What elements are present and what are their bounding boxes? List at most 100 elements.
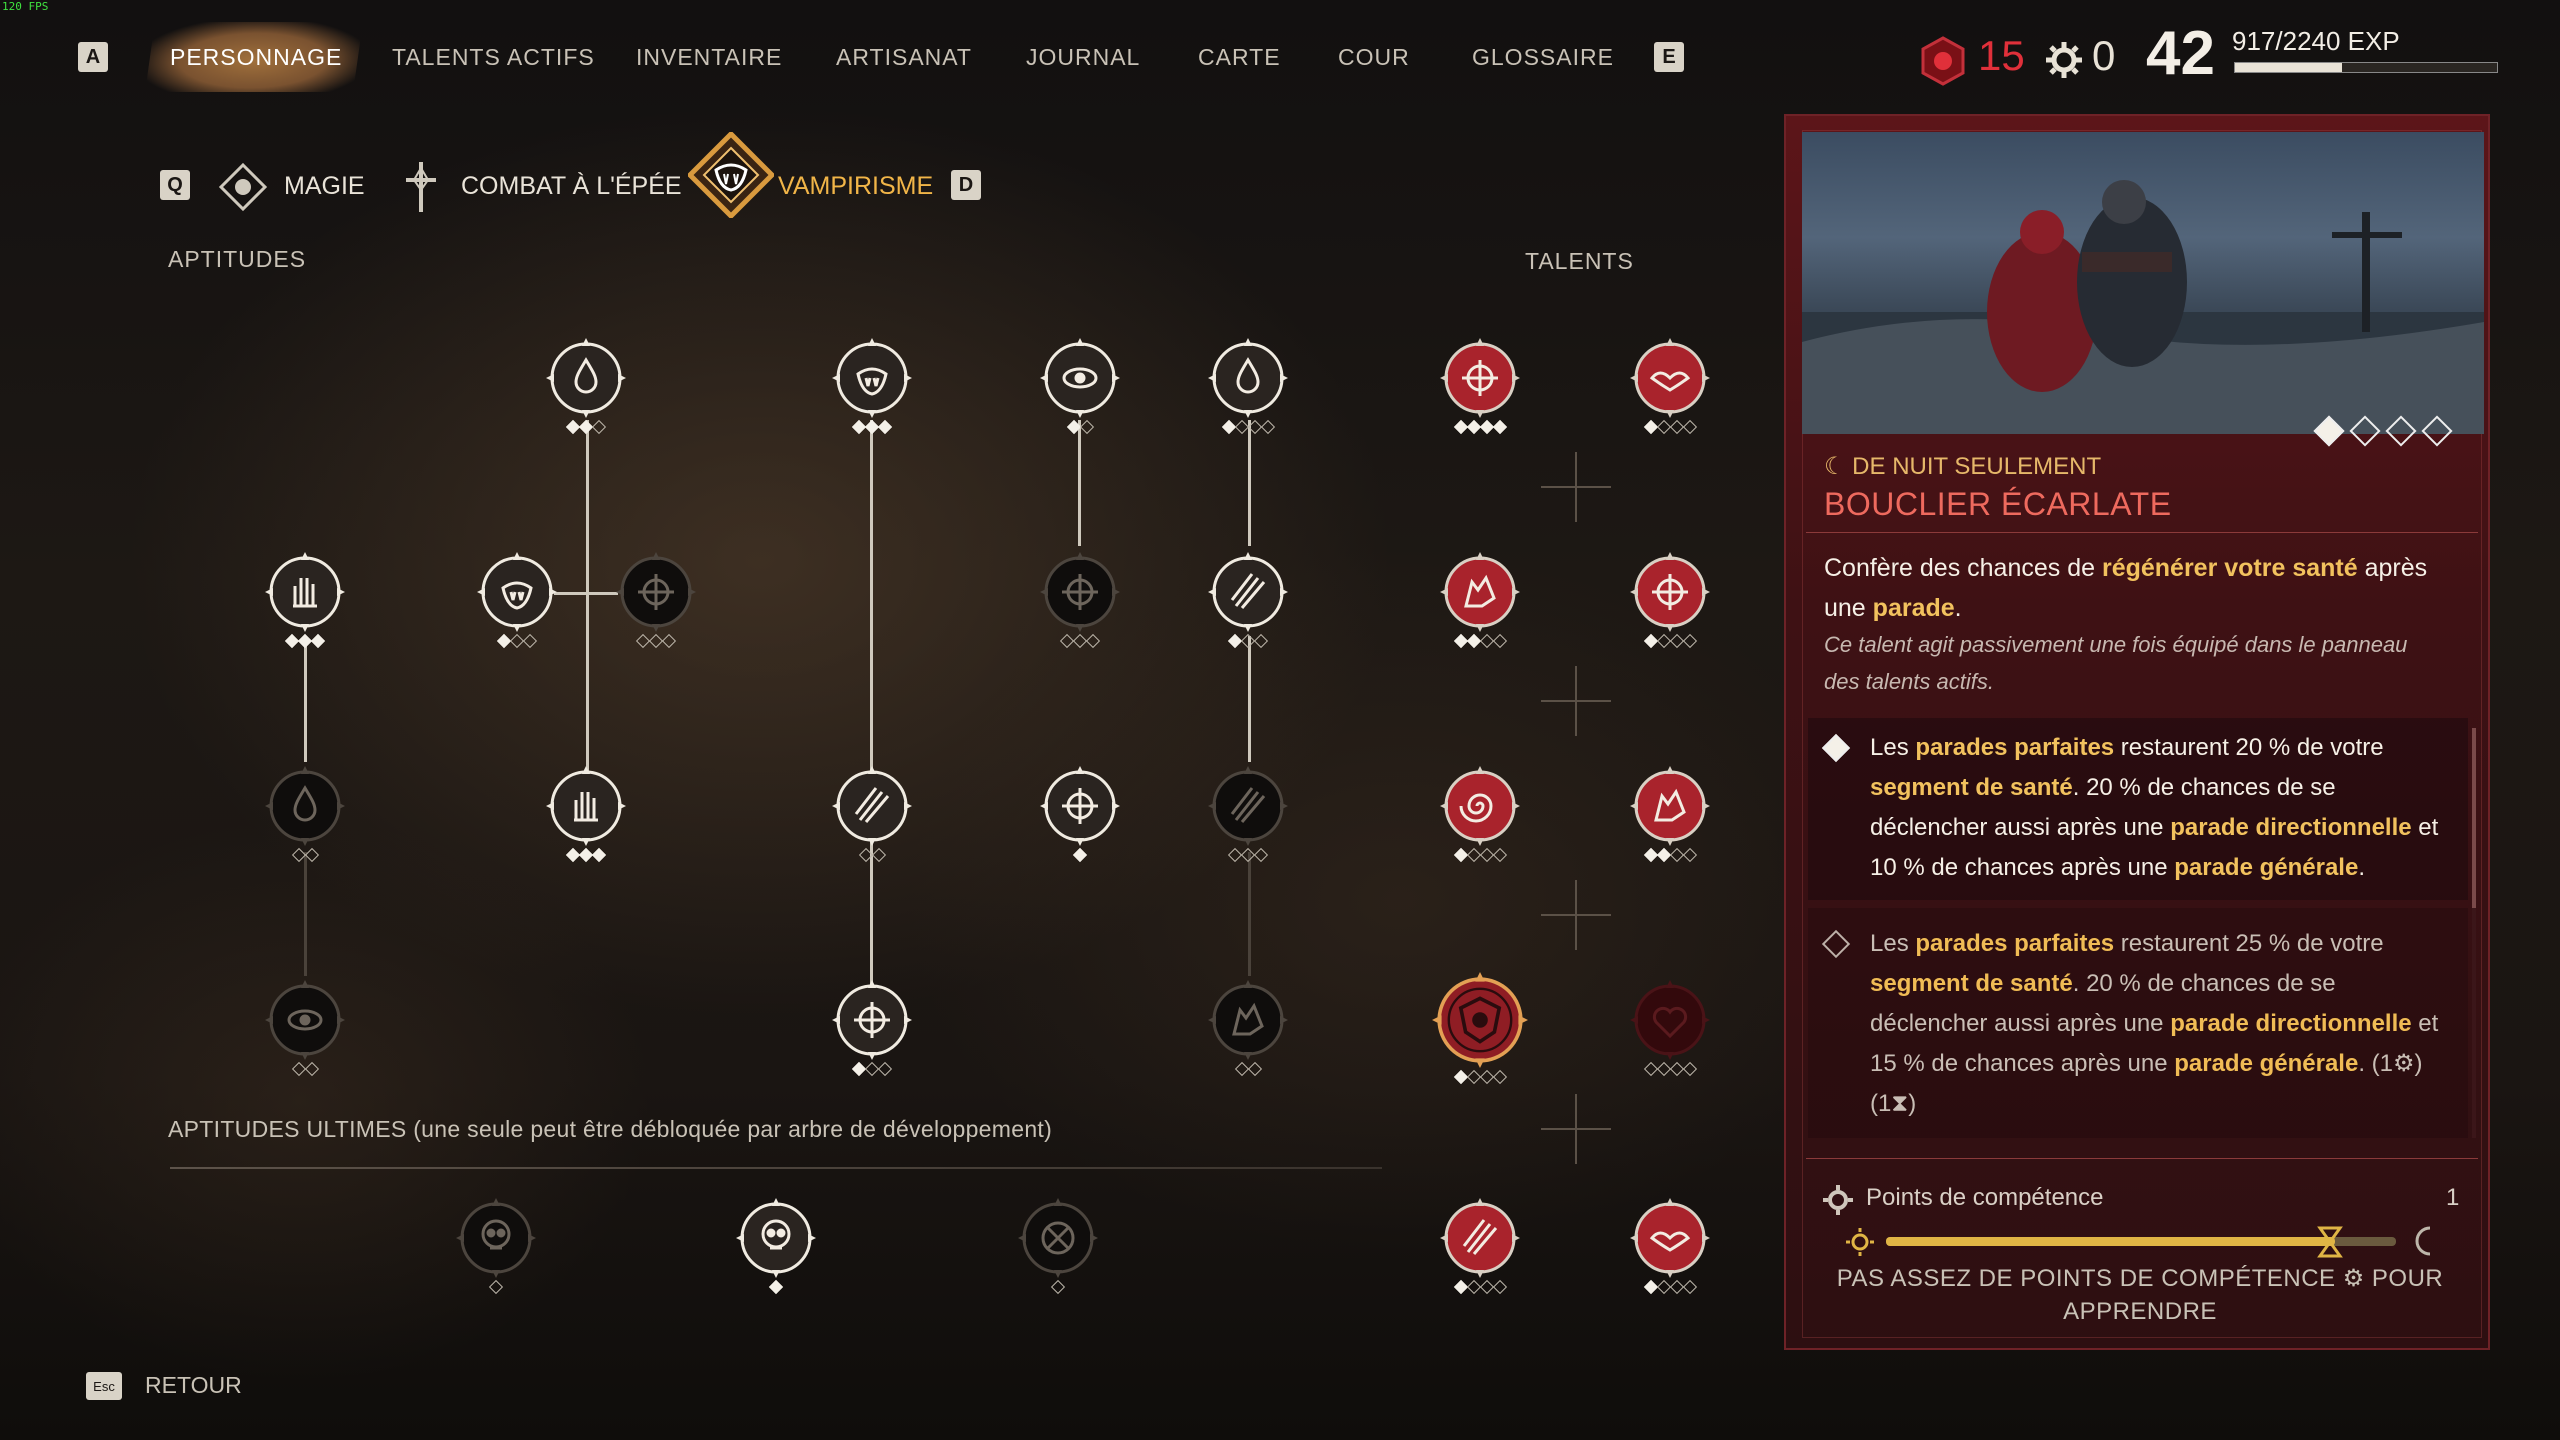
character-level: 42 xyxy=(2146,19,2215,88)
node-ring xyxy=(1212,342,1284,414)
back-key[interactable]: Esc xyxy=(86,1372,122,1400)
ability-node[interactable] xyxy=(1208,980,1288,1060)
node-ring xyxy=(481,556,553,628)
tab-inventaire[interactable]: INVENTAIRE xyxy=(636,44,782,71)
rank-pip-empty xyxy=(1669,847,1684,863)
ability-node[interactable] xyxy=(1208,338,1288,418)
ultimate-node[interactable] xyxy=(1018,1198,1098,1278)
rank-pip-empty xyxy=(858,847,873,863)
prev-tree-key[interactable]: Q xyxy=(160,170,190,200)
rank-pip-empty xyxy=(1466,1279,1481,1295)
rank-pip-empty xyxy=(304,847,319,863)
rank-pip-empty xyxy=(1492,1279,1507,1295)
rank-pip-empty xyxy=(1682,847,1697,863)
ability-node[interactable] xyxy=(1208,766,1288,846)
tree-tab-combat-epee[interactable]: COMBAT À L'ÉPÉE xyxy=(461,172,682,201)
talent-node[interactable] xyxy=(1630,1198,1710,1278)
ability-node[interactable] xyxy=(546,766,626,846)
detail-scrollbar-thumb[interactable] xyxy=(2472,728,2476,908)
ability-node[interactable] xyxy=(265,980,345,1060)
tab-personnage[interactable]: PERSONNAGE xyxy=(170,44,342,71)
tab-carte[interactable]: CARTE xyxy=(1198,44,1281,71)
node-ring xyxy=(836,342,908,414)
rank-pip-empty xyxy=(1656,633,1671,649)
rank-pip-empty xyxy=(1656,1061,1671,1077)
ability-node[interactable] xyxy=(832,766,912,846)
talent-node[interactable] xyxy=(1440,1198,1520,1278)
ability-node[interactable] xyxy=(477,552,557,632)
tab-talents-actifs[interactable]: TALENTS ACTIFS xyxy=(392,44,595,71)
rank-pip-empty xyxy=(1050,1279,1066,1295)
rank-pips xyxy=(565,419,607,435)
ability-node[interactable] xyxy=(265,766,345,846)
blood-drop-splash-icon xyxy=(546,338,626,418)
sun-icon xyxy=(1846,1228,1874,1256)
node-ring xyxy=(269,770,341,842)
not-enough-points-message: PAS ASSEZ DE POINTS DE COMPÉTENCE ⚙ POUR… xyxy=(1836,1265,2444,1325)
talent-separator xyxy=(1541,452,1611,522)
rank-pip-empty xyxy=(1260,419,1275,435)
tab-glossaire[interactable]: GLOSSAIRE xyxy=(1472,44,1614,71)
wolf-head-icon xyxy=(1440,552,1520,632)
tree-tab-vampirisme[interactable]: VAMPIRISME xyxy=(778,172,933,201)
ultimate-node[interactable] xyxy=(736,1198,816,1278)
blood-points-count: 15 xyxy=(1978,32,2025,79)
rank-pip-filled xyxy=(1479,419,1494,435)
ultimate-node[interactable] xyxy=(456,1198,536,1278)
ability-node[interactable] xyxy=(1040,338,1120,418)
ability-node[interactable] xyxy=(546,338,626,418)
slash-marks-icon xyxy=(832,766,912,846)
rank-pip-filled xyxy=(1643,633,1658,649)
talent-node[interactable] xyxy=(1630,338,1710,418)
experience-bar xyxy=(2234,62,2498,73)
fps-counter: 120 FPS xyxy=(2,0,49,13)
rank-pips xyxy=(1643,1279,1697,1295)
talent-node[interactable] xyxy=(1630,980,1710,1060)
ability-node[interactable] xyxy=(832,980,912,1060)
rank-pip-empty xyxy=(591,419,607,435)
tree-connector xyxy=(1078,420,1081,546)
node-ring xyxy=(740,1202,812,1274)
rank-pip-empty xyxy=(1643,1061,1658,1077)
rank-pips xyxy=(1453,1069,1507,1085)
rank-pip-empty xyxy=(1656,1279,1671,1295)
rank-pip-filled xyxy=(1453,633,1468,649)
talent-node[interactable] xyxy=(1630,552,1710,632)
rank-pips xyxy=(1227,633,1269,649)
tab-cour[interactable]: COUR xyxy=(1338,44,1410,71)
rank-pip-empty xyxy=(1682,633,1697,649)
talent-node[interactable] xyxy=(1630,766,1710,846)
talent-node[interactable] xyxy=(1440,338,1520,418)
ability-node[interactable] xyxy=(616,552,696,632)
skill-point-cost-value: 1 xyxy=(2446,1184,2460,1211)
talent-node[interactable] xyxy=(1440,766,1520,846)
rank-keyword: parade directionnelle xyxy=(2170,1010,2412,1037)
rank-pips xyxy=(291,847,319,863)
ability-node[interactable] xyxy=(1208,552,1288,632)
rank-text: Les xyxy=(1870,930,1916,957)
back-button[interactable]: RETOUR xyxy=(145,1372,242,1399)
next-tree-key[interactable]: D xyxy=(951,170,981,200)
rank-pip-empty xyxy=(1085,633,1101,649)
tab-artisanat[interactable]: ARTISANAT xyxy=(836,44,972,71)
rank-pip-empty xyxy=(1479,1279,1494,1295)
tree-connector xyxy=(586,420,589,796)
ability-node[interactable] xyxy=(1040,552,1120,632)
ability-node[interactable] xyxy=(832,338,912,418)
rank-pip-empty xyxy=(1682,419,1697,435)
talent-node[interactable] xyxy=(1440,552,1520,632)
next-tab-key[interactable]: E xyxy=(1654,42,1684,72)
prev-tab-key[interactable]: A xyxy=(78,42,108,72)
tree-tab-magie[interactable]: MAGIE xyxy=(284,172,365,201)
talent-node-selected[interactable] xyxy=(1432,972,1528,1068)
tree-connector xyxy=(1248,420,1251,546)
rank-pip-filled xyxy=(1453,1279,1468,1295)
tab-journal[interactable]: JOURNAL xyxy=(1026,44,1140,71)
blood-points-icon xyxy=(1921,36,1965,86)
blood-drops-icon xyxy=(1208,338,1288,418)
rank-pip-filled xyxy=(1643,847,1658,863)
ability-node[interactable] xyxy=(265,552,345,632)
node-ring xyxy=(1634,770,1706,842)
talent-separator xyxy=(1541,880,1611,950)
ability-node[interactable] xyxy=(1040,766,1120,846)
